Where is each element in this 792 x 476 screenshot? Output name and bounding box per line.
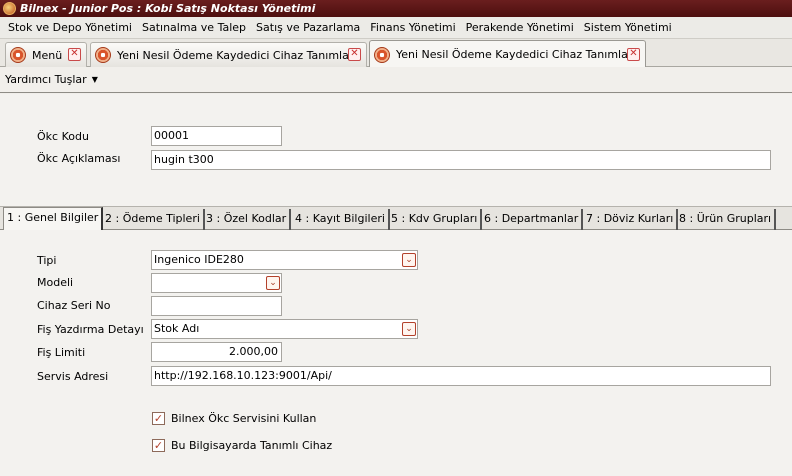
modeli-select[interactable]: ⌄ [151, 273, 282, 293]
modeli-label: Modeli [37, 276, 74, 289]
tab-kayit-bilgileri[interactable]: 4 : Kayıt Bilgileri [292, 209, 390, 230]
fis-yazdirma-detayi-select[interactable]: Stok Adı ⌄ [151, 319, 418, 339]
fis-yazdirma-detayi-label: Fiş Yazdırma Detayı [37, 323, 144, 336]
tab-departmanlar[interactable]: 6 : Departmanlar [481, 209, 584, 230]
tab-genel-bilgiler[interactable]: 1 : Genel Bilgiler [3, 207, 104, 231]
this-pc-device-label: Bu Bilgisayarda Tanımlı Cihaz [171, 439, 333, 452]
tab-app-icon [374, 46, 390, 63]
servis-adresi-input[interactable]: http://192.168.10.123:9001/Api/ [151, 366, 771, 386]
menu-finans[interactable]: Finans Yönetimi [366, 21, 459, 34]
window-titlebar: Bilnex - Junior Pos : Kobi Satış Noktası… [0, 0, 792, 17]
fis-limiti-input[interactable]: 2.000,00 [151, 342, 282, 362]
tab-okc-tanimlari-2[interactable]: Yeni Nesil Ödeme Kaydedici Cihaz Tanımla… [369, 40, 646, 68]
menu-satinalma[interactable]: Satınalma ve Talep [138, 21, 250, 34]
menu-perakende[interactable]: Perakende Yönetimi [462, 21, 578, 34]
menu-sistem[interactable]: Sistem Yönetimi [580, 21, 676, 34]
tab-menu[interactable]: Menü ✕ [5, 42, 87, 67]
general-info-panel: Tipi Ingenico IDE280 ⌄ Modeli ⌄ Cihaz Se… [0, 230, 792, 476]
tab-label: Yeni Nesil Ödeme Kaydedici Cihaz Tanımla… [117, 48, 357, 62]
close-icon[interactable]: ✕ [68, 48, 81, 61]
helper-keys-menu[interactable]: Yardımcı Tuşlar [5, 73, 87, 86]
okc-aciklamasi-input[interactable]: hugin t300 [151, 150, 771, 170]
menu-satis-pazarlama[interactable]: Satış ve Pazarlama [252, 21, 364, 34]
okc-aciklamasi-label: Ökc Açıklaması [37, 152, 121, 165]
tab-doviz-kurlari[interactable]: 7 : Döviz Kurları [583, 209, 679, 230]
tab-urun-gruplari[interactable]: 8 : Ürün Grupları [676, 209, 777, 230]
chevron-down-icon[interactable]: ⌄ [402, 322, 416, 336]
app-logo-icon [3, 2, 16, 15]
tab-app-icon [10, 47, 26, 63]
tipi-value: Ingenico IDE280 [154, 253, 244, 266]
use-okc-service-checkbox[interactable]: ✓ [152, 412, 165, 425]
close-icon[interactable]: ✕ [627, 48, 640, 61]
window-title: Bilnex - Junior Pos : Kobi Satış Noktası… [20, 2, 316, 15]
tipi-label: Tipi [37, 254, 57, 267]
tab-kdv-gruplari[interactable]: 5 : Kdv Grupları [388, 209, 483, 230]
okc-kodu-label: Ökc Kodu [37, 130, 89, 143]
document-tab-strip: Menü ✕ Yeni Nesil Ödeme Kaydedici Cihaz … [0, 39, 792, 68]
use-okc-service-label: Bilnex Ökc Servisini Kullan [171, 412, 317, 425]
detail-tab-strip: 1 : Genel Bilgiler 2 : Ödeme Tipleri 3 :… [0, 206, 792, 231]
this-pc-device-checkbox[interactable]: ✓ [152, 439, 165, 452]
tab-ozel-kodlar[interactable]: 3 : Özel Kodlar [203, 209, 292, 230]
cihaz-seri-no-label: Cihaz Seri No [37, 299, 111, 312]
chevron-down-icon[interactable]: ⌄ [266, 276, 280, 290]
menubar: Stok ve Depo Yönetimi Satınalma ve Talep… [0, 17, 792, 39]
header-form: Ökc Kodu 00001 Ökc Açıklaması hugin t300 [0, 94, 792, 206]
close-icon[interactable]: ✕ [348, 48, 361, 61]
servis-adresi-label: Servis Adresi [37, 370, 109, 383]
menu-stok-depo[interactable]: Stok ve Depo Yönetimi [4, 21, 136, 34]
cihaz-seri-no-input[interactable] [151, 296, 282, 316]
tab-odeme-tipleri[interactable]: 2 : Ödeme Tipleri [102, 209, 205, 230]
tab-label: Yeni Nesil Ödeme Kaydedici Cihaz Tanımla… [396, 48, 636, 61]
tab-app-icon [95, 47, 111, 63]
chevron-down-icon[interactable]: ⌄ [402, 253, 416, 267]
okc-kodu-input[interactable]: 00001 [151, 126, 282, 146]
tab-okc-tanimlari-1[interactable]: Yeni Nesil Ödeme Kaydedici Cihaz Tanımla… [90, 42, 367, 67]
tab-label: Menü [32, 48, 63, 62]
fis-limiti-label: Fiş Limiti [37, 346, 86, 359]
fis-yazdirma-detayi-value: Stok Adı [154, 322, 200, 335]
dropdown-arrow-icon[interactable]: ▼ [92, 75, 98, 84]
toolbar: Yardımcı Tuşlar ▼ [0, 67, 792, 93]
tipi-select[interactable]: Ingenico IDE280 ⌄ [151, 250, 418, 270]
